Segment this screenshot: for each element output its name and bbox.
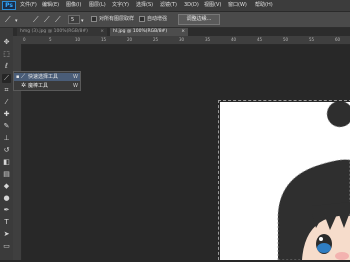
document-tab-hmg[interactable]: hmg (3).jpg @ 100%(RGB/8#) × — [17, 28, 107, 36]
ruler-tick: 10 — [75, 37, 81, 42]
history-brush-tool-icon[interactable]: ↺ — [2, 146, 11, 155]
clone-stamp-tool-icon[interactable]: ⊥ — [2, 134, 11, 143]
menu-filter[interactable]: 滤镜(T) — [160, 2, 177, 9]
ruler-tick: 0 — [23, 37, 26, 42]
brush-size-value: 5 — [71, 17, 75, 23]
active-bullet-icon: ▪ — [16, 74, 20, 80]
menu-layer[interactable]: 图层(L) — [89, 2, 106, 9]
menu-type[interactable]: 文字(Y) — [112, 2, 129, 9]
lasso-tool-icon[interactable]: ℓ — [2, 62, 11, 71]
type-tool-icon[interactable]: T — [2, 218, 11, 227]
sample-all-layers-label: 对所有图层取样 — [99, 16, 135, 22]
magic-wand-icon: ✲ — [21, 82, 27, 89]
blur-tool-icon[interactable]: ◆ — [2, 182, 11, 191]
chevron-down-icon[interactable]: ▾ — [15, 17, 18, 26]
shape-tool-icon[interactable]: ▭ — [2, 242, 11, 251]
dodge-tool-icon[interactable]: ● — [2, 194, 11, 203]
flyout-item-label: 魔棒工具 — [28, 83, 49, 89]
quick-selection-tool-preset-icon[interactable]: ⟋ — [5, 15, 11, 24]
menu-image[interactable]: 图像(I) — [66, 2, 81, 9]
crop-tool-icon[interactable]: ⌗ — [2, 86, 11, 95]
ruler-tick: 15 — [101, 37, 107, 42]
ruler-tick: 60 — [335, 37, 341, 42]
flyout-item-quick-selection[interactable]: ▪ ⟋ 快速选择工具 W — [14, 73, 80, 81]
ruler-tick: 45 — [257, 37, 263, 42]
document-tab-bar: hmg (3).jpg @ 100%(RGB/8#) × hl.jpg @ 10… — [13, 28, 350, 36]
ruler-tick: 25 — [153, 37, 159, 42]
sample-all-layers-checkbox[interactable] — [91, 16, 97, 22]
ruler-tick: 20 — [127, 37, 133, 42]
path-selection-tool-icon[interactable]: ➤ — [2, 230, 11, 239]
tool-flyout-menu: ▪ ⟋ 快速选择工具 W ✲ 魔棒工具 W — [13, 71, 81, 91]
gradient-tool-icon[interactable]: ▤ — [2, 170, 11, 179]
brush-chevron-icon[interactable]: ▾ — [81, 17, 84, 26]
ruler-tick: 55 — [309, 37, 315, 42]
tools-panel: ✥ ⬚ ℓ ⟋ ⌗ ⁄ ✚ ✎ ⊥ ↺ ◧ ▤ ◆ ● ✒ T ➤ ▭ — [0, 28, 14, 260]
eraser-tool-icon[interactable]: ◧ — [2, 158, 11, 167]
photoshop-logo: Ps — [2, 1, 16, 10]
flyout-item-shortcut: W — [73, 74, 78, 80]
auto-enhance-label: 自动增强 — [147, 16, 168, 22]
flyout-item-magic-wand[interactable]: ✲ 魔棒工具 W — [14, 82, 80, 90]
subtract-from-selection-icon[interactable]: ⟋ — [55, 15, 61, 24]
ruler-tick: 50 — [283, 37, 289, 42]
menu-help[interactable]: 帮助(H) — [255, 2, 273, 9]
close-icon[interactable]: × — [181, 28, 185, 36]
pen-tool-icon[interactable]: ✒ — [2, 206, 11, 215]
tab-label: hmg (3).jpg @ 100%(RGB/8#) — [20, 29, 88, 34]
menu-window[interactable]: 窗口(W) — [228, 2, 247, 9]
flyout-item-shortcut: W — [73, 83, 78, 89]
menu-3d[interactable]: 3D(D) — [184, 2, 199, 9]
quick-selection-icon: ⟋ — [21, 73, 26, 80]
ruler-tick: 5 — [49, 37, 52, 42]
flyout-item-label: 快速选择工具 — [28, 74, 59, 80]
refine-edge-button[interactable]: 调整边缘... — [178, 14, 220, 25]
options-bar: ⟋ ▾ ⟋ ⟋ ⟋ 5 ▾ 对所有图层取样 自动增强 调整边缘... — [0, 12, 350, 28]
tab-label: hl.jpg @ 100%(RGB/8#) — [113, 29, 168, 34]
selection-marquee — [218, 100, 350, 260]
document-tab-hl[interactable]: hl.jpg @ 100%(RGB/8#) × — [110, 28, 188, 36]
menu-view[interactable]: 视图(V) — [204, 2, 221, 9]
brush-tool-icon[interactable]: ✎ — [2, 122, 11, 131]
close-icon[interactable]: × — [100, 28, 104, 36]
menu-file[interactable]: 文件(F) — [20, 2, 37, 9]
menu-select[interactable]: 选择(S) — [136, 2, 153, 9]
ruler-tick: 35 — [205, 37, 211, 42]
horizontal-ruler: 0 5 10 15 20 25 30 35 40 45 50 55 60 — [13, 36, 350, 45]
quick-selection-tool-icon[interactable]: ⟋ — [2, 74, 11, 83]
brush-picker[interactable]: 5 — [68, 15, 80, 24]
ruler-tick: 40 — [231, 37, 237, 42]
healing-brush-tool-icon[interactable]: ✚ — [2, 110, 11, 119]
ruler-tick: 30 — [179, 37, 185, 42]
add-to-selection-icon[interactable]: ⟋ — [44, 15, 50, 24]
eyedropper-tool-icon[interactable]: ⁄ — [2, 98, 11, 107]
move-tool-icon[interactable]: ✥ — [2, 38, 11, 47]
menu-edit[interactable]: 编辑(E) — [42, 2, 59, 9]
menu-bar: Ps 文件(F) 编辑(E) 图像(I) 图层(L) 文字(Y) 选择(S) 滤… — [0, 0, 350, 12]
new-selection-icon[interactable]: ⟋ — [33, 15, 39, 24]
auto-enhance-checkbox[interactable] — [139, 16, 145, 22]
marquee-tool-icon[interactable]: ⬚ — [2, 50, 11, 59]
